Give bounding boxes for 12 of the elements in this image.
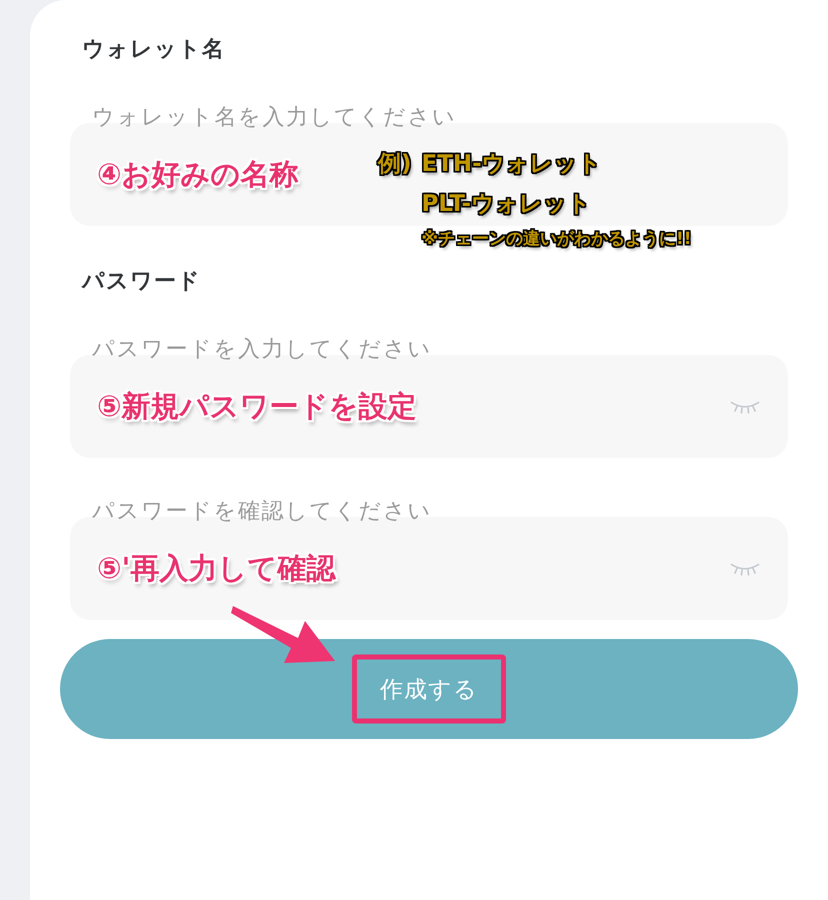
annotation-text: ⑤新規パスワードを設定 bbox=[97, 388, 417, 424]
example-text: PLT-ウォレット bbox=[422, 190, 592, 219]
remark-text: ※チェーンの違いがわかるように!! bbox=[422, 228, 692, 251]
create-button[interactable]: 作成する bbox=[60, 639, 798, 739]
annotation-text: ④お好みの名称 bbox=[97, 156, 299, 192]
section-label: パスワード bbox=[80, 268, 201, 296]
eye-closed-icon[interactable] bbox=[730, 400, 760, 414]
example-text: ETH-ウォレット bbox=[422, 150, 602, 179]
section-label: ウォレット名 bbox=[81, 36, 225, 64]
example-prefix: 例) bbox=[378, 150, 412, 179]
eye-closed-icon[interactable] bbox=[730, 562, 760, 576]
annotation-text: ⑤'再入力して確認 bbox=[97, 550, 336, 586]
